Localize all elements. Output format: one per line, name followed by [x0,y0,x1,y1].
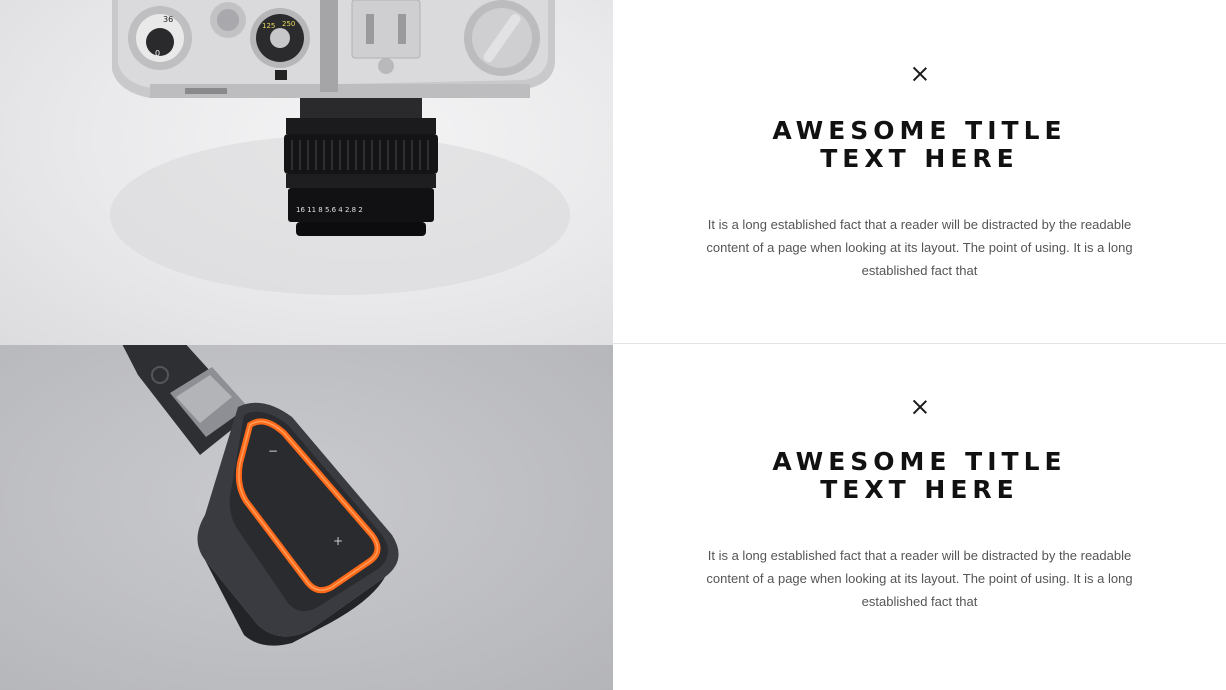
camera-illustration: 36 0 125 250 16 11 8 5.6 4 2.8 2 [110,0,570,295]
section-1-content: AWESOME TITLE TEXT HERE It is a long est… [613,0,1226,345]
svg-text:36: 36 [163,15,173,24]
svg-text:125: 125 [262,22,275,30]
svg-text:16 11 8 5.6 4 2.8 2: 16 11 8 5.6 4 2.8 2 [296,206,363,214]
title-line-1: AWESOME TITLE [772,447,1067,476]
title-line-2: TEXT HERE [820,475,1019,504]
section-2-content: AWESOME TITLE TEXT HERE It is a long est… [613,345,1226,690]
device-illustration: − + [122,345,399,646]
svg-text:250: 250 [282,20,295,28]
section-1-title: AWESOME TITLE TEXT HERE [613,117,1226,173]
svg-text:−: − [268,444,278,458]
close-icon[interactable] [913,67,927,81]
title-line-2: TEXT HERE [820,144,1019,173]
section-divider [613,343,1226,344]
close-icon[interactable] [913,400,927,414]
device-image: − + [0,345,613,690]
section-2-body: It is a long established fact that a rea… [706,548,1133,609]
section-2: − + AWESOME TITLE TEXT HERE It is a long… [0,345,1226,690]
svg-text:0: 0 [155,49,160,58]
camera-image: 36 0 125 250 16 11 8 5.6 4 2.8 2 [0,0,613,345]
section-1: 36 0 125 250 16 11 8 5.6 4 2.8 2 AWESOME… [0,0,1226,345]
slide-page: 36 0 125 250 16 11 8 5.6 4 2.8 2 AWESOME… [0,0,1226,690]
section-1-body: It is a long established fact that a rea… [706,217,1133,278]
section-2-title: AWESOME TITLE TEXT HERE [613,448,1226,504]
svg-text:+: + [333,534,343,548]
title-line-1: AWESOME TITLE [772,116,1067,145]
